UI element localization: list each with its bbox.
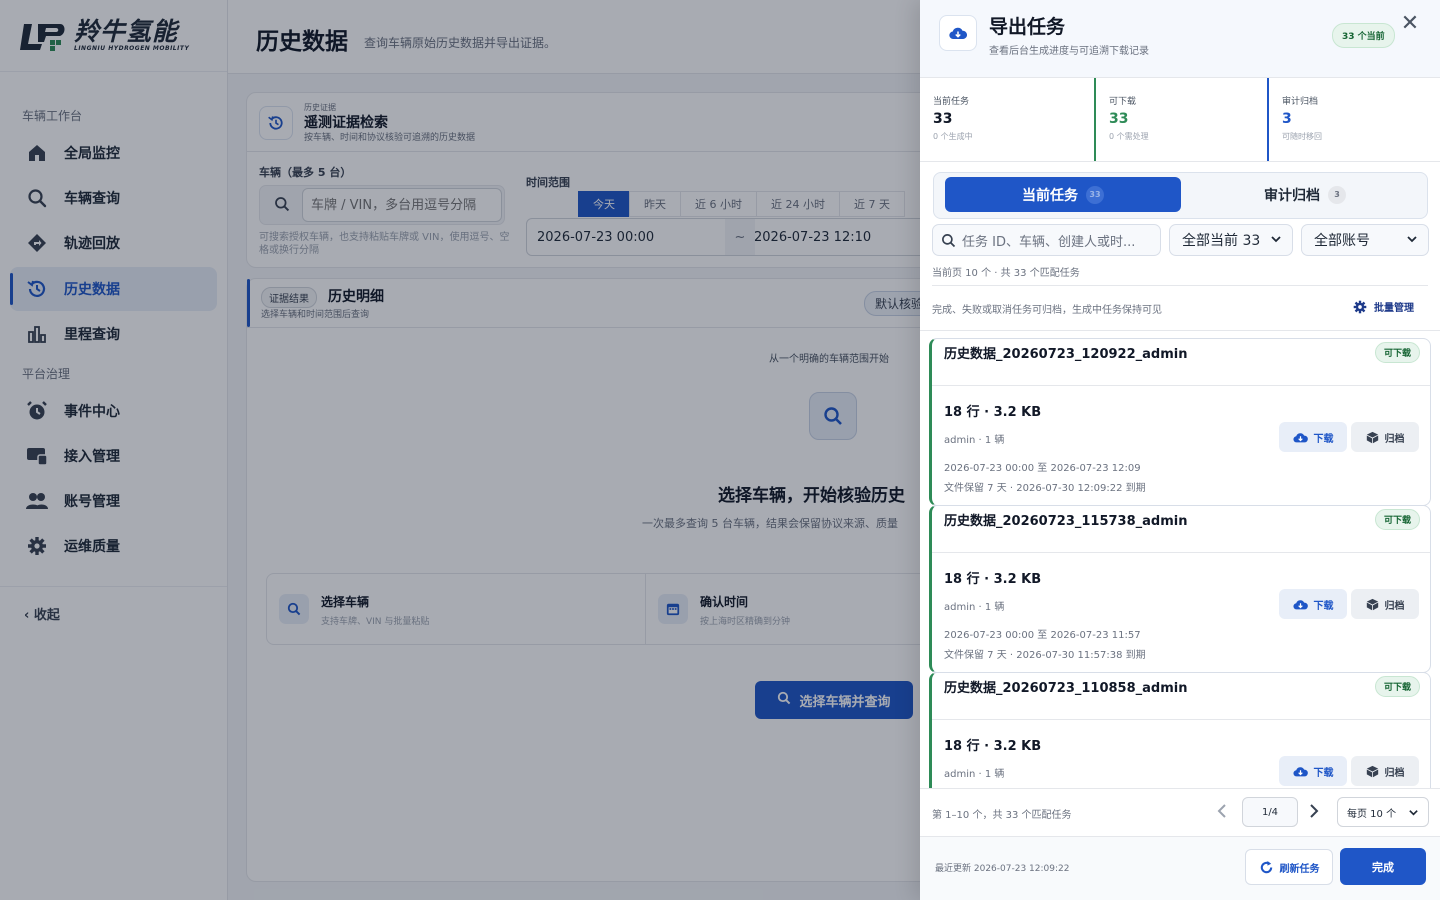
cloud-download-icon — [1292, 766, 1308, 777]
pager-summary: 第 1–10 个，共 33 个匹配任务 — [932, 810, 1072, 821]
page-meta: 当前页 10 个 · 共 33 个匹配任务 — [932, 268, 1080, 279]
task-download-button[interactable]: 下载 — [1279, 589, 1347, 619]
task-retention: 文件保留 7 天 · 2026-07-30 12:09:22 到期 — [944, 483, 1146, 494]
drawer-title: 导出任务 — [989, 16, 1066, 38]
batch-manage-button[interactable]: 批量管理 — [1353, 299, 1414, 314]
task-download-button[interactable]: 下载 — [1279, 756, 1347, 786]
task-name: 历史数据_20260723_120922_admin — [944, 347, 1188, 362]
prev-page-button[interactable] — [1210, 799, 1234, 825]
page-size-select[interactable]: 每页 10 个 — [1337, 797, 1429, 827]
last-update-text: 最近更新 2026-07-23 12:09:22 — [935, 864, 1070, 874]
task-size: 18 行 · 3.2 KB — [944, 405, 1042, 420]
task-archive-button[interactable]: 归档 — [1351, 589, 1419, 619]
cloud-download-icon — [1292, 432, 1308, 443]
task-status-badge: 可下载 — [1374, 676, 1420, 697]
task-owner: admin · 1 辆 — [944, 769, 1005, 780]
task-size: 18 行 · 3.2 KB — [944, 572, 1042, 587]
task-range: 2026-07-23 00:00 至 2026-07-23 12:09 — [944, 463, 1141, 474]
task-retention: 文件保留 7 天 · 2026-07-30 11:57:38 到期 — [944, 650, 1146, 661]
drawer-subtitle: 查看后台生成进度与可追溯下载记录 — [989, 46, 1149, 57]
drawer-header: 导出任务 查看后台生成进度与可追溯下载记录 33 个当前 ✕ — [920, 0, 1440, 78]
task-status-badge: 可下载 — [1374, 342, 1420, 363]
task-name: 历史数据_20260723_115738_admin — [944, 514, 1188, 529]
status-filter-select[interactable]: 全部当前 33 — [1169, 224, 1293, 256]
account-filter-select[interactable]: 全部账号 — [1301, 224, 1429, 256]
stat-downloadable: 可下载 33 0 个需处理 — [1094, 78, 1267, 161]
next-page-button[interactable] — [1302, 799, 1326, 825]
task-size: 18 行 · 3.2 KB — [944, 739, 1042, 754]
search-icon — [941, 233, 956, 248]
task-card: 历史数据_20260723_115738_admin 可下载 18 行 · 3.… — [929, 505, 1431, 673]
stat-current-tasks: 当前任务 33 0 个生成中 — [933, 97, 973, 141]
task-download-button[interactable]: 下载 — [1279, 422, 1347, 452]
pagination-bar: 第 1–10 个，共 33 个匹配任务 1/4 每页 10 个 — [920, 788, 1440, 836]
task-owner: admin · 1 辆 — [944, 602, 1005, 613]
archive-box-icon — [1366, 598, 1379, 611]
chevron-down-icon — [1406, 233, 1418, 249]
close-icon: ✕ — [1400, 11, 1420, 36]
chevron-down-icon — [1408, 807, 1419, 821]
tab-count: 33 — [1086, 185, 1104, 204]
chevron-left-icon — [1217, 803, 1227, 822]
export-tasks-drawer: 导出任务 查看后台生成进度与可追溯下载记录 33 个当前 ✕ 当前任务 33 0… — [920, 0, 1440, 900]
task-card: 历史数据_20260723_120922_admin 可下载 18 行 · 3.… — [929, 338, 1431, 506]
task-list: 历史数据_20260723_120922_admin 可下载 18 行 · 3.… — [920, 331, 1440, 788]
task-name: 历史数据_20260723_110858_admin — [944, 681, 1188, 696]
chevron-right-icon — [1309, 803, 1319, 822]
task-range: 2026-07-23 00:00 至 2026-07-23 11:57 — [944, 630, 1141, 641]
gear-icon — [1353, 300, 1367, 314]
tab-count: 3 — [1328, 185, 1346, 204]
current-count-badge: 33 个当前 — [1332, 23, 1395, 48]
task-search-field[interactable]: 任务 ID、车辆、创建人或时... — [932, 224, 1161, 256]
drawer-footer: 最近更新 2026-07-23 12:09:22 刷新任务 完成 — [920, 836, 1440, 900]
refresh-tasks-button[interactable]: 刷新任务 — [1245, 849, 1333, 885]
cloud-download-icon — [1292, 599, 1308, 610]
task-search-placeholder: 任务 ID、车辆、创建人或时... — [962, 234, 1136, 250]
chevron-down-icon — [1270, 233, 1282, 249]
done-button[interactable]: 完成 — [1340, 848, 1426, 885]
refresh-icon — [1259, 860, 1274, 875]
task-archive-button[interactable]: 归档 — [1351, 756, 1419, 786]
task-archive-button[interactable]: 归档 — [1351, 422, 1419, 452]
archive-box-icon — [1366, 765, 1379, 778]
task-card: 历史数据_20260723_110858_admin 可下载 18 行 · 3.… — [929, 672, 1431, 788]
task-status-badge: 可下载 — [1374, 509, 1420, 530]
task-tabs: 当前任务 33 审计归档 3 — [933, 172, 1428, 219]
modal-backdrop[interactable] — [0, 0, 920, 900]
tab-current-tasks[interactable]: 当前任务 33 — [945, 177, 1181, 212]
archive-box-icon — [1366, 431, 1379, 444]
stat-audit-archive: 审计归档 3 可随时移回 — [1267, 78, 1440, 161]
page-indicator[interactable]: 1/4 — [1242, 797, 1298, 827]
close-drawer-button[interactable]: ✕ — [1398, 12, 1422, 36]
task-owner: admin · 1 辆 — [944, 435, 1005, 446]
task-stats: 当前任务 33 0 个生成中 可下载 33 0 个需处理 审计归档 3 可随时移… — [920, 78, 1440, 162]
cloud-download-icon — [939, 15, 977, 51]
archive-hint: 完成、失败或取消任务可归档，生成中任务保持可见 — [932, 305, 1162, 316]
tab-audit-archive[interactable]: 审计归档 3 — [1190, 177, 1420, 212]
